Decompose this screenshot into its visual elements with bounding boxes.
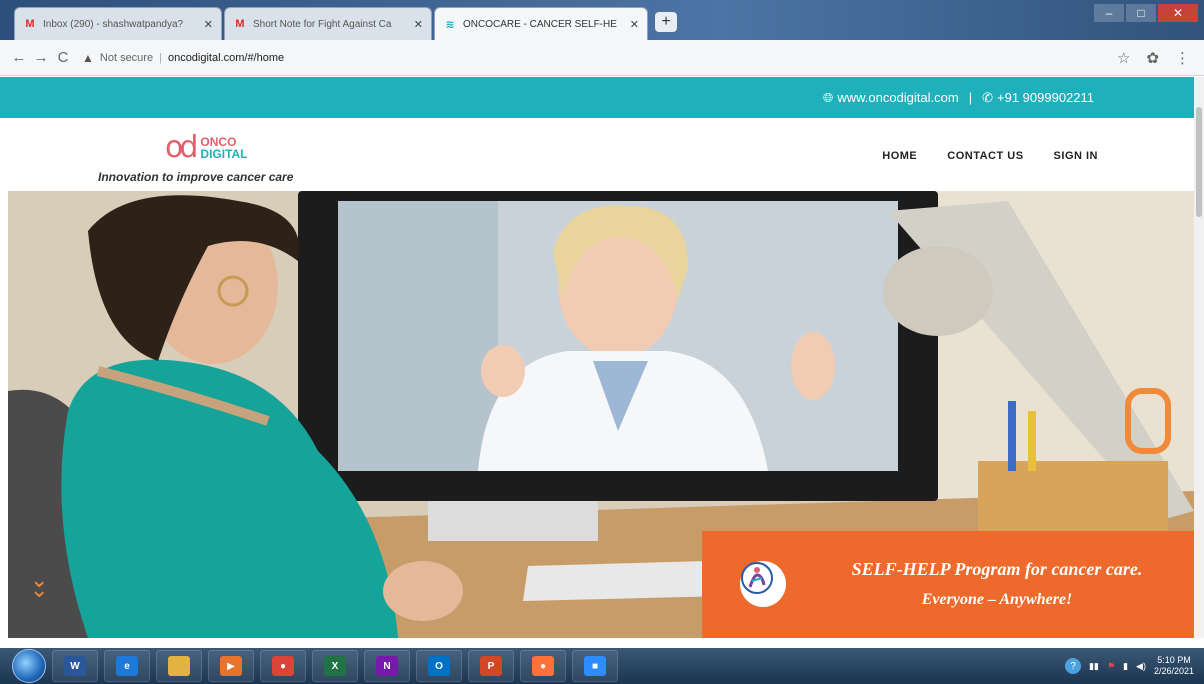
main-nav: HOME CONTACT US SIGN IN [882, 150, 1098, 162]
close-window-button[interactable]: ✕ [1158, 4, 1198, 22]
taskbar-app-button[interactable]: ● [260, 650, 306, 682]
outlook-icon: O [428, 656, 450, 676]
scrollbar-thumb[interactable] [1196, 107, 1202, 217]
help-icon[interactable]: ? [1065, 658, 1082, 674]
firefox-icon: ● [532, 656, 554, 676]
promo-subline: Everyone – Anywhere! [921, 591, 1073, 608]
system-tray: ? ▮▮ ⚑ ▮ ◀) 5:10 PM 2/26/2021 [1065, 655, 1204, 677]
new-tab-button[interactable]: + [655, 12, 677, 32]
logo-mark: od [165, 130, 198, 165]
taskbar-app-list: We ▶ ● X N O P ● ■ [46, 650, 618, 682]
site-tagline: Innovation to improve cancer care [98, 170, 294, 184]
file-explorer-icon [168, 656, 190, 676]
windows-taskbar: We ▶ ● X N O P ● ■ ? ▮▮ ⚑ ▮ ◀) 5:10 PM 2/26/2021 [0, 648, 1204, 684]
contact-strip: 🌐︎ www.oncodigital.com | ✆ +91 909990221… [0, 77, 1194, 118]
taskbar-app-button[interactable]: ▶ [208, 650, 254, 682]
close-tab-icon[interactable]: ✕ [630, 18, 639, 31]
minimize-button[interactable]: – [1094, 4, 1124, 22]
taskbar-app-button[interactable]: ● [520, 650, 566, 682]
page-scrollbar[interactable] [1194, 77, 1204, 638]
url-text: oncodigital.com/#/home [167, 51, 285, 64]
taskbar-app-button[interactable]: P [468, 650, 514, 682]
media-player-icon: ▶ [220, 656, 242, 676]
taskbar-app-button[interactable]: O [416, 650, 462, 682]
security-label: Not secure [99, 51, 154, 64]
promo-headline: SELF-HELP Program for cancer care. [851, 559, 1143, 579]
promo-banner: SELF-HELP Program for cancer care. Every… [702, 531, 1194, 638]
taskbar-app-button[interactable]: e [104, 650, 150, 682]
zoom-icon: ■ [584, 656, 606, 676]
tab-title: Short Note for Fight Against Ca [253, 18, 392, 30]
close-tab-icon[interactable]: ✕ [204, 18, 213, 31]
nav-sign-in[interactable]: SIGN IN [1054, 150, 1098, 162]
tab-title: Inbox (290) - shashwatpandya? [43, 18, 184, 30]
globe-icon: 🌐︎ [822, 89, 834, 105]
nav-contact-us[interactable]: CONTACT US [947, 150, 1023, 162]
powerpoint-icon: P [480, 656, 502, 676]
clock-date: 2/26/2021 [1153, 666, 1194, 676]
reload-icon[interactable]: C [52, 49, 74, 66]
gmail-icon: M [235, 18, 245, 30]
browser-tab-strip: M Inbox (290) - shashwatpandya? ✕ M Shor… [0, 0, 1204, 40]
site-header: od ONCO DIGITAL Innovation to improve ca… [0, 118, 1194, 191]
oncocare-icon: ≋ [445, 18, 455, 31]
phone-number[interactable]: +91 9099902211 [997, 90, 1094, 105]
battery-icon[interactable]: ▮ [1123, 661, 1128, 672]
taskbar-app-button[interactable]: N [364, 650, 410, 682]
self-help-program-logo-icon [740, 561, 786, 607]
taskbar-app-button[interactable]: W [52, 650, 98, 682]
clock-time: 5:10 PM [1157, 655, 1191, 665]
contact-separator: | [968, 90, 973, 105]
address-bar-row: ← → C ▲ Not secure | oncodigital.com/#/h… [0, 40, 1204, 76]
extension-icon[interactable]: ✿ [1146, 49, 1159, 67]
taskbar-app-button[interactable]: X [312, 650, 358, 682]
browser-tab-oncocare[interactable]: ≋ ONCOCARE - CANCER SELF-HE ✕ [434, 7, 648, 40]
website-link[interactable]: www.oncodigital.com [837, 90, 958, 105]
phone-icon: ✆ [982, 89, 993, 105]
omnibox[interactable]: ▲ Not secure | oncodigital.com/#/home [82, 45, 1117, 71]
back-arrow-icon[interactable]: ← [8, 49, 30, 66]
volume-icon[interactable]: ◀) [1136, 661, 1146, 672]
tab-title: ONCOCARE - CANCER SELF-HE [463, 18, 617, 30]
nav-home[interactable]: HOME [882, 150, 917, 162]
close-tab-icon[interactable]: ✕ [414, 18, 423, 31]
chrome-icon: ● [272, 656, 294, 676]
start-button[interactable] [12, 649, 46, 683]
menu-dots-icon[interactable]: ⋮ [1175, 49, 1190, 67]
site-logo[interactable]: od ONCO DIGITAL [165, 133, 248, 163]
bookmark-star-icon[interactable]: ☆ [1117, 49, 1130, 67]
internet-explorer-icon: e [116, 656, 138, 676]
maximize-button[interactable]: □ [1126, 4, 1156, 22]
window-controls: – □ ✕ [1094, 4, 1198, 22]
word-icon: W [64, 656, 86, 676]
flag-icon[interactable]: ⚑ [1107, 661, 1115, 672]
taskbar-app-button[interactable]: ■ [572, 650, 618, 682]
forward-arrow-icon[interactable]: → [30, 49, 52, 66]
hero-banner: ⌄ ⌄ SELF-HELP Program for cancer care. Ev… [8, 191, 1194, 638]
onenote-icon: N [376, 656, 398, 676]
scroll-down-chevron-icon[interactable]: ⌄ ⌄ [30, 569, 48, 601]
excel-icon: X [324, 656, 346, 676]
clock[interactable]: 5:10 PM 2/26/2021 [1154, 655, 1194, 677]
web-page: 🌐︎ www.oncodigital.com | ✆ +91 909990221… [0, 77, 1194, 638]
browser-tab-short-note[interactable]: M Short Note for Fight Against Ca ✕ [224, 7, 432, 40]
warning-icon: ▲ [82, 50, 94, 65]
browser-tab-gmail-inbox[interactable]: M Inbox (290) - shashwatpandya? ✕ [14, 7, 222, 40]
logo-word-bottom: DIGITAL [200, 147, 248, 161]
omnibox-separator: | [159, 51, 162, 64]
network-icon[interactable]: ▮▮ [1089, 661, 1099, 672]
taskbar-app-button[interactable] [156, 650, 202, 682]
gmail-icon: M [25, 18, 35, 30]
